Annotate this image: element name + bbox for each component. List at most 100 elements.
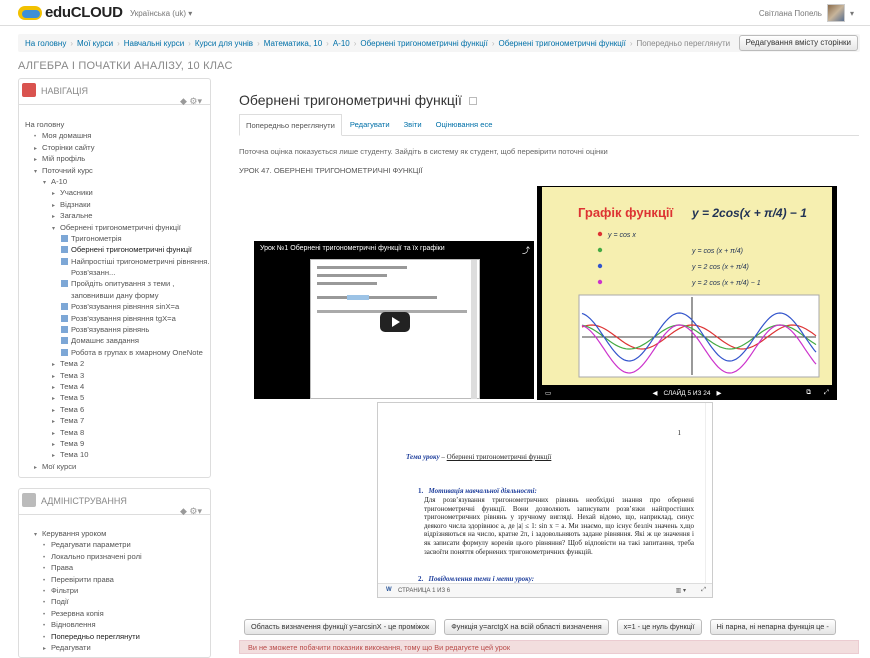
answer-button[interactable]: x=1 - це нуль функції: [616, 619, 702, 635]
video-player[interactable]: Урок №1 Обернені тригонометричні функції…: [254, 241, 534, 399]
admin-item[interactable]: • Резервна копія: [25, 608, 142, 619]
fullscreen-icon[interactable]: ⤢: [824, 389, 829, 397]
lesson-topic: Тема уроку – Обернені тригонометричні фу…: [406, 453, 552, 461]
nav-item[interactable]: ▸ Тема 7: [25, 415, 210, 426]
item-label: Тема 4: [60, 381, 85, 391]
item-label: Тема 3: [60, 370, 85, 380]
nav-item[interactable]: На головну: [25, 119, 210, 130]
play-button[interactable]: [380, 312, 410, 332]
navigation-block-header: НАВІГАЦІЯ ◆ ⚙▾: [19, 79, 210, 107]
next-slide-icon[interactable]: ▶: [717, 389, 722, 397]
nav-item[interactable]: ▾ Обернені тригонометричні функції: [25, 222, 210, 233]
popout-icon[interactable]: ⧉: [806, 389, 811, 397]
admin-item[interactable]: • Події: [25, 596, 142, 607]
admin-item[interactable]: • Відновлення: [25, 619, 142, 630]
admin-item[interactable]: • Попередньо переглянути: [25, 631, 142, 642]
share-icon[interactable]: ⤴: [522, 245, 530, 256]
nav-item[interactable]: ▸ Мій профіль: [25, 153, 210, 164]
nav-item[interactable]: Розв'язування рівняння sinX=a: [25, 301, 210, 312]
nav-item[interactable]: Домашнє завдання: [25, 335, 210, 346]
nav-item[interactable]: Розв'язування рівнянь: [25, 324, 210, 335]
page-icon: [61, 337, 68, 345]
admin-item[interactable]: • Фільтри: [25, 585, 142, 596]
admin-item[interactable]: ▸ Редагувати: [25, 642, 142, 653]
nav-item[interactable]: Найпростіші тригонометричні рівняння.: [25, 256, 210, 267]
tab-2[interactable]: Звіти: [398, 114, 428, 136]
prev-slide-icon[interactable]: ◀: [652, 389, 657, 397]
tab-3[interactable]: Оцінювання есе: [430, 114, 499, 136]
nav-item[interactable]: Розв'язанн...: [25, 267, 210, 278]
sitemap-icon: [22, 83, 36, 97]
nav-item[interactable]: ▸ Загальне: [25, 210, 210, 221]
breadcrumb-item[interactable]: Навчальні курси: [124, 39, 184, 48]
nav-item[interactable]: ▸ Учасники: [25, 187, 210, 198]
document-fullscreen-icon[interactable]: ⤢: [701, 587, 706, 594]
slide-menu-icon[interactable]: ▭: [545, 389, 551, 397]
breadcrumb-item[interactable]: Математика, 10: [264, 39, 322, 48]
answer-button[interactable]: Функція y=arctgX на всій області визначе…: [444, 619, 609, 635]
document-menu-icon[interactable]: ▥ ▾: [676, 587, 686, 594]
nav-item[interactable]: Робота в групах в хмарному OneNote: [25, 347, 210, 358]
item-label: Перевірити права: [51, 574, 114, 584]
language-menu[interactable]: Українська (uk) ▾: [130, 9, 192, 18]
item-label: Обернені тригонометричні функції: [71, 245, 192, 255]
tab-0[interactable]: Попередньо переглянути: [239, 114, 342, 136]
nav-item[interactable]: ▸ Тема 4: [25, 381, 210, 392]
slide-viewer[interactable]: Графік функції y = 2cos(x + π/4) − 1 y =…: [537, 186, 837, 400]
breadcrumb-item[interactable]: Обернені тригонометричні функції: [360, 39, 487, 48]
nav-item[interactable]: ▸ Відзнаки: [25, 199, 210, 210]
admin-item[interactable]: • Права: [25, 562, 142, 573]
nav-item[interactable]: ▸ Сторінки сайту: [25, 142, 210, 153]
breadcrumb-item[interactable]: Курси для учнів: [195, 39, 253, 48]
nav-item[interactable]: ▸ Тема 2: [25, 358, 210, 369]
nav-item[interactable]: Розв'язування рівняння tgX=a: [25, 313, 210, 324]
breadcrumb-separator: ›: [70, 39, 74, 48]
admin-item[interactable]: • Перевірити права: [25, 574, 142, 585]
block-actions-icon[interactable]: ◆ ⚙▾: [180, 506, 202, 517]
admin-item[interactable]: • Локально призначені ролі: [25, 551, 142, 562]
site-logo[interactable]: eduCLOUD: [18, 4, 123, 21]
nav-item[interactable]: ▸ Тема 8: [25, 427, 210, 438]
nav-item[interactable]: ▾ Поточний курс: [25, 165, 210, 176]
nav-item[interactable]: ▸ Тема 9: [25, 438, 210, 449]
nav-item[interactable]: ▸ Тема 6: [25, 404, 210, 415]
item-label: Тема 9: [60, 438, 85, 448]
section-1-text: Для розв’язування тригонометричних рівня…: [424, 496, 694, 556]
nav-item[interactable]: ▸ Тема 10: [25, 449, 210, 460]
answer-button[interactable]: Ні парна, ні непарна функція це -: [709, 619, 836, 635]
item-label: Тема 5: [60, 393, 85, 403]
page-icon: [61, 246, 68, 254]
breadcrumb-item[interactable]: Мої курси: [77, 39, 113, 48]
nav-item[interactable]: Пройдіть опитування з теми ,: [25, 278, 210, 289]
nav-item[interactable]: ▸ Мої курси: [25, 461, 210, 472]
user-menu[interactable]: Світлана Попель ▾: [759, 4, 854, 22]
navigation-tree: На головну • Моя домашня ▸ Сторінки сайту ▸ Мі…: [25, 119, 210, 472]
nav-item[interactable]: ▸ Тема 5: [25, 392, 210, 403]
answer-button[interactable]: Область визначення функції y=arcsinX - ц…: [244, 619, 437, 635]
nav-item[interactable]: ▸ Тема 3: [25, 370, 210, 381]
tab-1[interactable]: Редагувати: [344, 114, 396, 136]
page-title-text: Обернені тригонометричні функції: [239, 92, 462, 108]
nav-item[interactable]: • Моя домашня: [25, 130, 210, 141]
nav-item[interactable]: Обернені тригонометричні функції: [25, 244, 210, 255]
warning-alert: Ви не зможете побачити показник виконанн…: [239, 640, 859, 654]
admin-item[interactable]: • Редагувати параметри: [25, 539, 142, 550]
course-title: АЛГЕБРА І ПОЧАТКИ АНАЛІЗУ, 10 КЛАС: [18, 60, 233, 72]
chevron-down-icon: ▾: [849, 8, 854, 18]
breadcrumb-item[interactable]: А-10: [333, 39, 350, 48]
legend-label: y = 2 cos (x + π/4): [691, 264, 749, 271]
item-label: Резервна копія: [51, 608, 104, 618]
edit-page-button[interactable]: Редагування вмісту сторінки: [738, 35, 858, 51]
avatar[interactable]: [826, 4, 845, 22]
block-actions-icon[interactable]: ◆ ⚙▾: [180, 96, 202, 107]
slide-legend: y = cos x y = cos (x + π/4) y = 2 cos (x +…: [597, 231, 761, 287]
nav-item[interactable]: Тригонометрія: [25, 233, 210, 244]
breadcrumb-item[interactable]: Обернені тригонометричні функції: [498, 39, 625, 48]
breadcrumb-item[interactable]: На головну: [25, 39, 66, 48]
nav-item[interactable]: ▾ А-10: [25, 176, 210, 187]
nav-item[interactable]: заповнивши дану форму: [25, 290, 210, 301]
admin-item[interactable]: ▾ Керування уроком: [25, 528, 142, 539]
document-footer: W СТРАНИЦА 1 ИЗ 6 ▥ ▾ ⤢: [378, 583, 712, 597]
document-viewer[interactable]: 1 Тема уроку – Обернені тригонометричні …: [377, 402, 713, 598]
word-icon: W: [386, 587, 392, 593]
